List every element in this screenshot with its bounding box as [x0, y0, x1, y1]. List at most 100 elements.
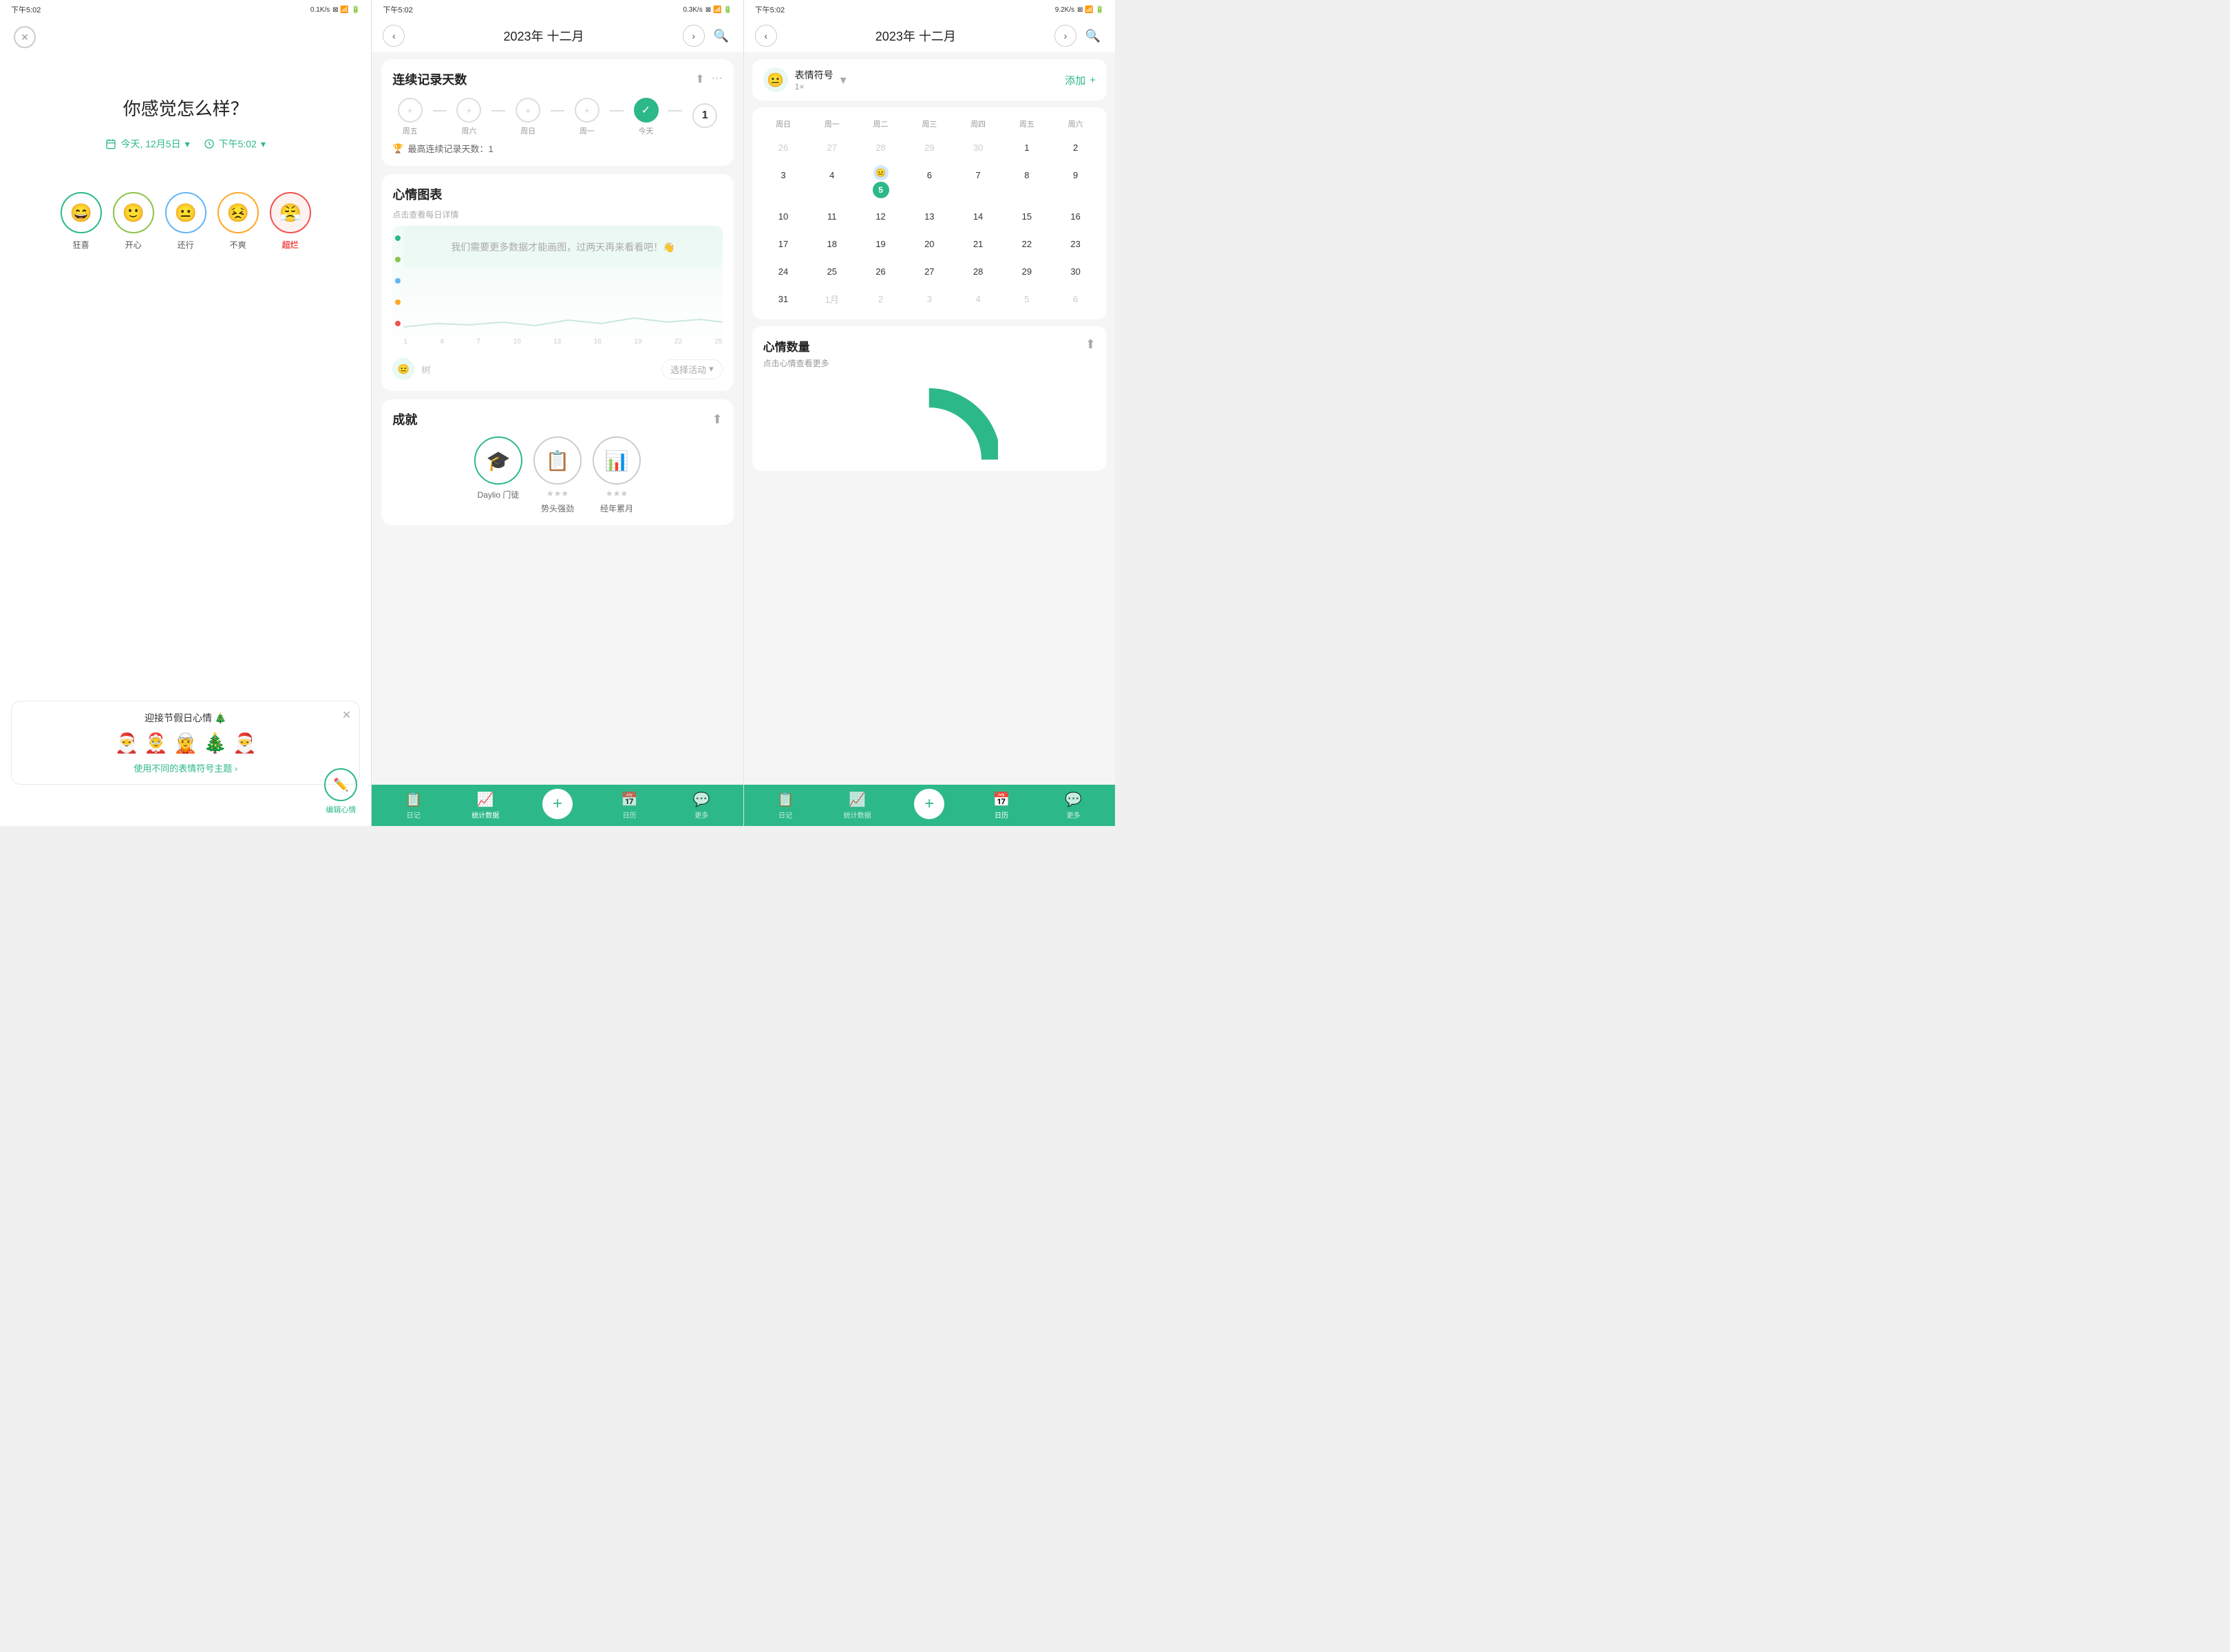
cal-cell-21[interactable]: 21 — [954, 230, 1003, 257]
signal-icon-1: ⊠ 📶 — [332, 6, 349, 14]
achievement-daylio[interactable]: 🎓 Daylio 门徒 — [474, 436, 522, 514]
cal-cell-16[interactable]: 16 — [1051, 202, 1100, 230]
date-picker[interactable]: 今天, 12月5日 ▾ — [105, 137, 189, 151]
promo-emoji-5: 🎅 — [233, 732, 257, 754]
cal-cell-9[interactable]: 9 — [1051, 161, 1100, 202]
mood-terrible[interactable]: 😤 超烂 — [270, 192, 311, 251]
streak-share-icon[interactable]: ⬆ — [695, 72, 704, 86]
nav-calendar-3[interactable]: 📅 日历 — [986, 791, 1017, 820]
mood-ecstatic-icon: 😄 — [61, 192, 102, 233]
cal-cell-4-next[interactable]: 4 — [954, 285, 1003, 313]
cal-cell-30-prev[interactable]: 30 — [954, 134, 1003, 161]
close-button[interactable]: ✕ — [14, 26, 36, 48]
streak-day-today: ✓ 今天 — [634, 98, 659, 136]
cal-cell-25[interactable]: 25 — [807, 257, 856, 285]
cal-cell-26-prev[interactable]: 26 — [759, 134, 808, 161]
achievement-veteran[interactable]: 📊 ★★★ 经年累月 — [593, 436, 641, 514]
streak-more-icon[interactable]: ··· — [712, 72, 723, 86]
achievements-share-icon[interactable]: ⬆ — [712, 412, 723, 427]
mood-terrible-icon: 😤 — [270, 192, 311, 233]
stats-header: ‹ 2023年 十二月 › 🔍 — [372, 19, 743, 52]
promo-emoji-3: 🧝 — [173, 732, 198, 754]
activity-selector[interactable]: 选择活动 ▾ — [661, 359, 723, 379]
cal-search-button[interactable]: 🔍 — [1082, 25, 1104, 47]
nav-stats-2[interactable]: 📈 统计数据 — [470, 791, 500, 820]
cal-cell-26[interactable]: 26 — [856, 257, 905, 285]
next-month-button[interactable]: › — [683, 25, 705, 47]
cal-cell-4[interactable]: 4 — [807, 161, 856, 202]
nav-stats-3[interactable]: 📈 统计数据 — [842, 791, 873, 820]
promo-close-button[interactable]: ✕ — [342, 708, 351, 722]
cal-cell-30[interactable]: 30 — [1051, 257, 1100, 285]
stats-search-button[interactable]: 🔍 — [710, 25, 732, 47]
cal-cell-14[interactable]: 14 — [954, 202, 1003, 230]
cal-cell-27-prev[interactable]: 27 — [807, 134, 856, 161]
cal-week-3: 10 11 12 13 14 15 16 — [759, 202, 1100, 230]
achievement-momentum[interactable]: 📋 ★★★ 势头强劲 — [533, 436, 582, 514]
nav-calendar-2[interactable]: 📅 日历 — [615, 791, 645, 820]
streak-day-4: + 周一 — [575, 98, 599, 136]
cal-cell-7[interactable]: 7 — [954, 161, 1003, 202]
prev-month-button[interactable]: ‹ — [383, 25, 405, 47]
cal-cell-15[interactable]: 15 — [1002, 202, 1051, 230]
cal-prev-button[interactable]: ‹ — [755, 25, 777, 47]
nav-more-2[interactable]: 💬 更多 — [686, 791, 716, 820]
cal-cell-20[interactable]: 20 — [905, 230, 954, 257]
cal-cell-3-next[interactable]: 3 — [905, 285, 954, 313]
cal-cell-22[interactable]: 22 — [1002, 230, 1051, 257]
filter-chevron-icon[interactable]: ▾ — [840, 73, 847, 87]
cal-cell-27[interactable]: 27 — [905, 257, 954, 285]
time-picker[interactable]: 下午5:02 ▾ — [204, 137, 266, 151]
cal-cell-5-today[interactable]: 😐 5 — [856, 161, 905, 202]
nav-diary-2[interactable]: 📋 日记 — [399, 791, 429, 820]
add-icon-2[interactable]: + — [542, 789, 573, 819]
cal-cell-6[interactable]: 6 — [905, 161, 954, 202]
cal-cell-5-next[interactable]: 5 — [1002, 285, 1051, 313]
mood-count-title: 心情数量 — [763, 337, 810, 354]
edit-mood-icon: ✏️ — [324, 768, 357, 801]
promo-link[interactable]: 使用不同的表情符号主题 › — [23, 761, 348, 774]
cal-cell-18[interactable]: 18 — [807, 230, 856, 257]
cal-cell-19[interactable]: 19 — [856, 230, 905, 257]
activity-label: 选择活动 — [670, 363, 706, 376]
calendar-scroll-area[interactable]: 😐 表情符号 1× ▾ 添加 + 周日 周一 周二 周三 周四 周五 周六 — [744, 52, 1115, 785]
mood-okay[interactable]: 😐 还行 — [165, 192, 206, 251]
cal-header-right: › 🔍 — [1054, 25, 1104, 47]
cal-cell-1-next[interactable]: 1月 — [807, 285, 856, 313]
cal-cell-23[interactable]: 23 — [1051, 230, 1100, 257]
achievement-momentum-icon: 📋 — [533, 436, 582, 485]
add-icon-3[interactable]: + — [914, 789, 944, 819]
mood-count-share-icon[interactable]: ⬆ — [1085, 337, 1096, 352]
cal-cell-28[interactable]: 28 — [954, 257, 1003, 285]
nav-add-3[interactable]: + — [914, 789, 944, 822]
chart-emoji-badge[interactable]: 😐 — [392, 358, 414, 380]
cal-cell-6-next[interactable]: 6 — [1051, 285, 1100, 313]
nav-diary-3[interactable]: 📋 日记 — [770, 791, 800, 820]
cal-cell-29-prev[interactable]: 29 — [905, 134, 954, 161]
cal-cell-17[interactable]: 17 — [759, 230, 808, 257]
mood-ecstatic[interactable]: 😄 狂喜 — [61, 192, 102, 251]
edit-mood-button[interactable]: ✏️ 编辑心情 — [324, 768, 357, 815]
cal-cell-24[interactable]: 24 — [759, 257, 808, 285]
cal-cell-2-next[interactable]: 2 — [856, 285, 905, 313]
cal-cell-8[interactable]: 8 — [1002, 161, 1051, 202]
trophy-icon: 🏆 — [392, 143, 403, 154]
cal-cell-13[interactable]: 13 — [905, 202, 954, 230]
cal-cell-29[interactable]: 29 — [1002, 257, 1051, 285]
cal-cell-11[interactable]: 11 — [807, 202, 856, 230]
nav-add-2[interactable]: + — [542, 789, 573, 822]
add-entry-button[interactable]: 添加 + — [1065, 73, 1096, 87]
stats-scroll-area[interactable]: 连续记录天数 ⬆ ··· + 周五 + 周六 + — [372, 52, 743, 785]
cal-cell-31[interactable]: 31 — [759, 285, 808, 313]
panel-calendar: 下午5:02 9.2K/s ⊠ 📶 🔋 ‹ 2023年 十二月 › 🔍 😐 表情… — [743, 0, 1115, 826]
mood-bad[interactable]: 😣 不爽 — [217, 192, 259, 251]
cal-cell-10[interactable]: 10 — [759, 202, 808, 230]
cal-next-button[interactable]: › — [1054, 25, 1076, 47]
cal-cell-2[interactable]: 2 — [1051, 134, 1100, 161]
cal-cell-28-prev[interactable]: 28 — [856, 134, 905, 161]
nav-more-3[interactable]: 💬 更多 — [1059, 791, 1089, 820]
cal-cell-1[interactable]: 1 — [1002, 134, 1051, 161]
mood-happy[interactable]: 🙂 开心 — [113, 192, 154, 251]
cal-cell-3[interactable]: 3 — [759, 161, 808, 202]
cal-cell-12[interactable]: 12 — [856, 202, 905, 230]
